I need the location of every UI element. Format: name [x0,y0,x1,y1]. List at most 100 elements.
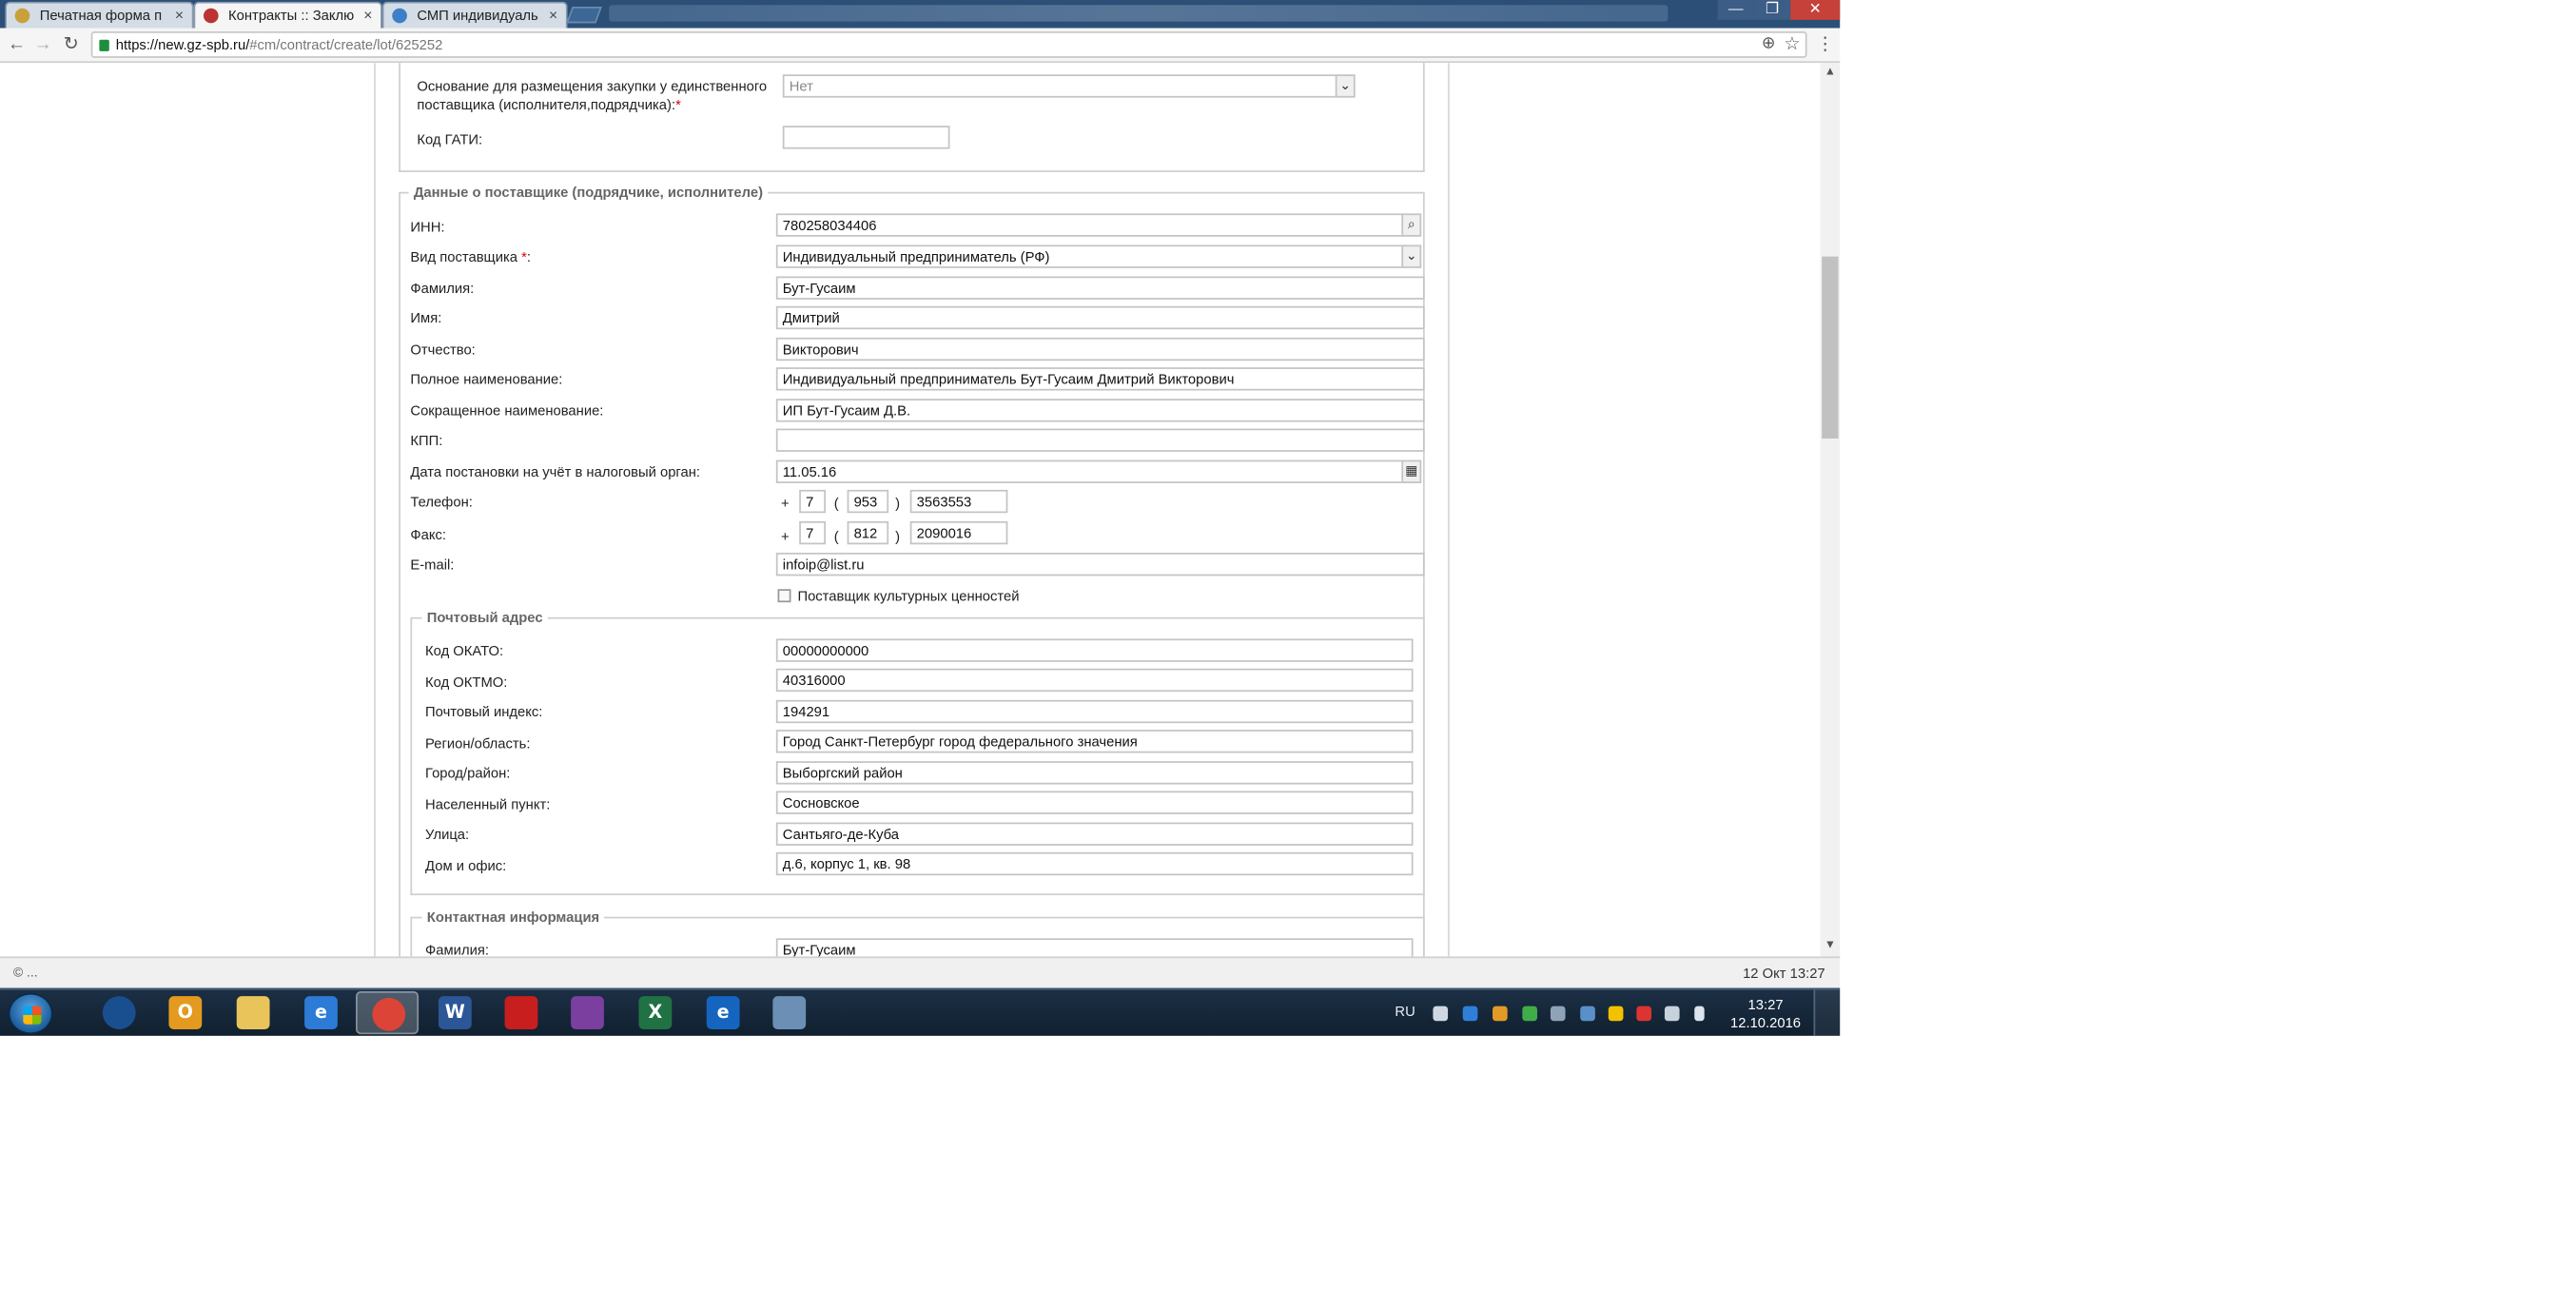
close-window-button[interactable]: ✕ [1790,0,1841,20]
reload-button[interactable]: ↻ [60,33,83,56]
network-icon[interactable] [1433,1006,1449,1022]
calendar-icon[interactable]: ▦ [1401,459,1422,483]
street-input[interactable]: Сантьяго-де-Куба [775,822,1414,846]
close-icon[interactable]: × [175,3,184,26]
browser-toolbar: ← → ↻ https://new.gz-spb.ru/#cm/contract… [0,28,1841,64]
name-input[interactable]: Дмитрий [775,305,1425,330]
system-clock[interactable]: 13:27 12.10.2016 [1721,996,1810,1032]
minimize-button[interactable]: — [1717,0,1754,20]
maximize-button[interactable]: ❐ [1753,0,1791,20]
kpp-label: КПП: [410,432,443,449]
kpp-input[interactable] [775,428,1425,452]
taskbar-app-globe[interactable] [88,991,150,1034]
basis-select[interactable]: Нет [782,74,1339,98]
tray-monitor-icon[interactable] [1580,1006,1595,1022]
screen: Печатная форма п × Контракты :: Заклю × … [0,0,1841,1036]
tray-sync-icon[interactable] [1522,1006,1537,1022]
taskbar-app-outlook[interactable]: O [154,991,217,1034]
patronymic-input[interactable]: Викторович [775,337,1425,361]
taskbar-app-explorer[interactable] [222,991,284,1034]
surname-label: Фамилия: [410,279,475,297]
tab-smp[interactable]: СМП индивидуаль × [381,1,568,29]
tab-print-form[interactable]: Печатная форма п × [5,1,194,29]
cultural-checkbox[interactable] [777,589,791,603]
chevron-down-icon[interactable]: ⌄ [1335,74,1356,98]
taxdate-input[interactable]: 11.05.16 [775,459,1405,483]
forward-button[interactable]: → [31,33,54,56]
app-chrome-icon [372,997,406,1031]
language-indicator[interactable]: RU [1395,1003,1415,1019]
new-tab-button[interactable] [566,6,602,24]
start-button[interactable] [8,992,53,1035]
tray-outlook-icon[interactable] [1608,1006,1624,1022]
taskbar-app-red[interactable] [490,991,553,1034]
tray-flag-icon[interactable] [1636,1006,1652,1022]
phone-close-paren: ) [895,495,901,512]
taskbar-app-ie[interactable]: e [289,991,352,1034]
fax-country-input[interactable]: 7 [799,520,827,545]
taskbar-app-excel[interactable]: X [624,991,687,1034]
chevron-down-icon[interactable]: ⌄ [1401,244,1422,268]
gati-input[interactable] [782,126,950,149]
surname-input[interactable]: Бут-Гусаим [775,276,1425,300]
scroll-down-icon[interactable]: ▼ [1820,937,1840,957]
scroll-up-icon[interactable]: ▲ [1820,63,1840,83]
tab-strip: Печатная форма п × Контракты :: Заклю × … [0,0,1841,29]
cultural-label: Поставщик культурных ценностей [797,587,1020,604]
phone-plus: + [781,495,790,512]
back-button[interactable]: ← [5,33,28,56]
settlement-input[interactable]: Сосновское [775,791,1414,814]
scroll-thumb[interactable] [1822,256,1839,439]
close-icon[interactable]: × [363,3,372,26]
oktmo-input[interactable]: 40316000 [775,668,1414,693]
volume-icon[interactable] [1694,1006,1705,1022]
inn-label: ИНН: [410,218,445,236]
show-desktop-button[interactable] [1813,989,1841,1036]
close-icon[interactable]: × [549,3,557,26]
supplier-type-label: Вид поставщика *: [410,248,531,266]
page-viewport: Основание для размещения закупки у единс… [0,63,1821,957]
taskbar-app-paint[interactable] [758,991,821,1034]
city-input[interactable]: Выборгский район [775,761,1414,785]
contact-surname-input[interactable]: Бут-Гусаим [775,938,1414,957]
taskbar-app-blue-e[interactable]: e [692,991,754,1034]
search-icon[interactable]: ⌕ [1401,213,1422,237]
contact-surname-label: Фамилия: [425,941,489,957]
page-scrollbar[interactable]: ▲ ▼ [1820,63,1841,957]
region-input[interactable]: Город Санкт-Петербург город федерального… [775,730,1414,753]
okato-input[interactable]: 00000000000 [775,638,1414,662]
status-left: © ... [12,965,38,980]
menu-icon[interactable]: ⋮ [1815,33,1835,56]
inn-input[interactable]: 780258034406 [775,213,1405,237]
phone-code-input[interactable]: 953 [847,489,889,514]
email-input[interactable]: infoip@list.ru [775,552,1425,576]
postal-index-input[interactable]: 194291 [775,699,1414,724]
fullname-input[interactable]: Индивидуальный предприниматель Бут-Гусаи… [775,367,1425,391]
phone-country-input[interactable]: 7 [799,489,827,514]
postal-legend: Почтовый адрес [421,609,548,626]
taskbar-app-winrar[interactable] [556,991,618,1034]
zoom-icon[interactable]: ⊕ [1762,35,1776,53]
bookmark-star-icon[interactable]: ☆ [1784,33,1800,55]
phone-number-input[interactable]: 3563553 [909,489,1008,514]
tray-screen-icon[interactable] [1664,1006,1680,1022]
shortname-input[interactable]: ИП Бут-Гусаим Д.В. [775,399,1425,422]
tray-app-icon[interactable] [1493,1006,1508,1022]
bluetooth-icon[interactable] [1462,1006,1478,1022]
fax-plus: + [781,527,790,545]
taskbar-app-chrome[interactable] [355,990,420,1035]
supplier-type-select[interactable]: Индивидуальный предприниматель (РФ) [775,244,1405,268]
clock-date: 12.10.2016 [1730,1014,1802,1031]
tray-tool-icon[interactable] [1550,1006,1566,1022]
windows-logo-icon [23,1006,42,1025]
app-blue-e-icon: e [706,996,740,1029]
fax-code-input[interactable]: 812 [847,520,889,545]
fax-open-paren: ( [833,527,839,545]
tab-contracts[interactable]: Контракты :: Заклю × [193,1,382,29]
taskbar-app-word[interactable]: W [423,991,486,1034]
fax-number-input[interactable]: 2090016 [909,520,1008,545]
address-bar[interactable]: https://new.gz-spb.ru/#cm/contract/creat… [90,31,1807,58]
house-input[interactable]: д.6, корпус 1, кв. 98 [775,851,1414,876]
url-text: https://new.gz-spb.ru/#cm/contract/creat… [116,36,443,52]
colon: : [526,247,532,265]
